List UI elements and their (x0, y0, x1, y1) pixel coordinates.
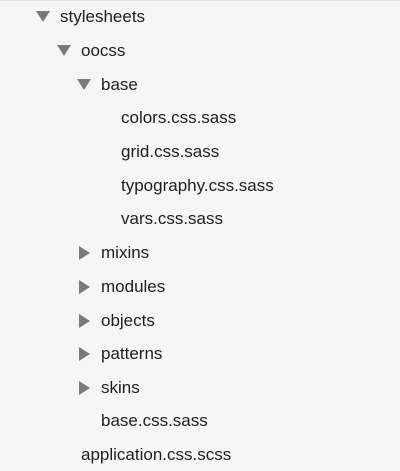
tree-file-label: grid.css.sass (121, 142, 220, 161)
disclosure-right-icon[interactable] (79, 314, 90, 328)
disclosure-down-icon[interactable] (57, 45, 71, 56)
disclosure-right-icon[interactable] (79, 246, 90, 260)
tree-folder-base[interactable]: base (0, 70, 400, 100)
disclosure-right-icon[interactable] (79, 381, 90, 395)
tree-file-base-css[interactable]: base.css.sass (0, 406, 400, 436)
tree-file-label: colors.css.sass (121, 108, 237, 127)
tree-folder-oocss[interactable]: oocss (0, 36, 400, 66)
file-tree-panel: stylesheets oocss base colors.css.sass g… (0, 0, 400, 471)
tree-folder-mixins[interactable]: mixins (0, 238, 400, 268)
tree-folder-skins[interactable]: skins (0, 373, 400, 403)
tree-folder-label: base (101, 75, 138, 94)
tree-folder-label: stylesheets (60, 7, 146, 26)
tree-file-label: base.css.sass (101, 411, 208, 430)
tree-file-vars[interactable]: vars.css.sass (0, 204, 400, 234)
tree-folder-label: oocss (81, 41, 126, 60)
disclosure-down-icon[interactable] (77, 79, 91, 90)
tree-folder-patterns[interactable]: patterns (0, 339, 400, 369)
tree-file-label: typography.css.sass (121, 176, 274, 195)
tree-folder-label: modules (101, 277, 166, 296)
tree-folder-objects[interactable]: objects (0, 306, 400, 336)
tree-file-application[interactable]: application.css.scss (0, 440, 400, 470)
tree-file-colors[interactable]: colors.css.sass (0, 103, 400, 133)
tree-file-label: vars.css.sass (121, 209, 224, 228)
disclosure-right-icon[interactable] (79, 280, 90, 294)
tree-folder-label: mixins (101, 243, 150, 262)
tree-folder-label: objects (101, 311, 155, 330)
tree-folder-modules[interactable]: modules (0, 272, 400, 302)
tree-folder-label: patterns (101, 344, 163, 363)
tree-folder-stylesheets[interactable]: stylesheets (0, 2, 400, 32)
tree-file-grid[interactable]: grid.css.sass (0, 137, 400, 167)
tree-file-label: application.css.scss (81, 445, 232, 464)
tree-folder-label: skins (101, 378, 140, 397)
tree-file-typography[interactable]: typography.css.sass (0, 171, 400, 201)
disclosure-down-icon[interactable] (36, 11, 50, 22)
disclosure-right-icon[interactable] (79, 347, 90, 361)
